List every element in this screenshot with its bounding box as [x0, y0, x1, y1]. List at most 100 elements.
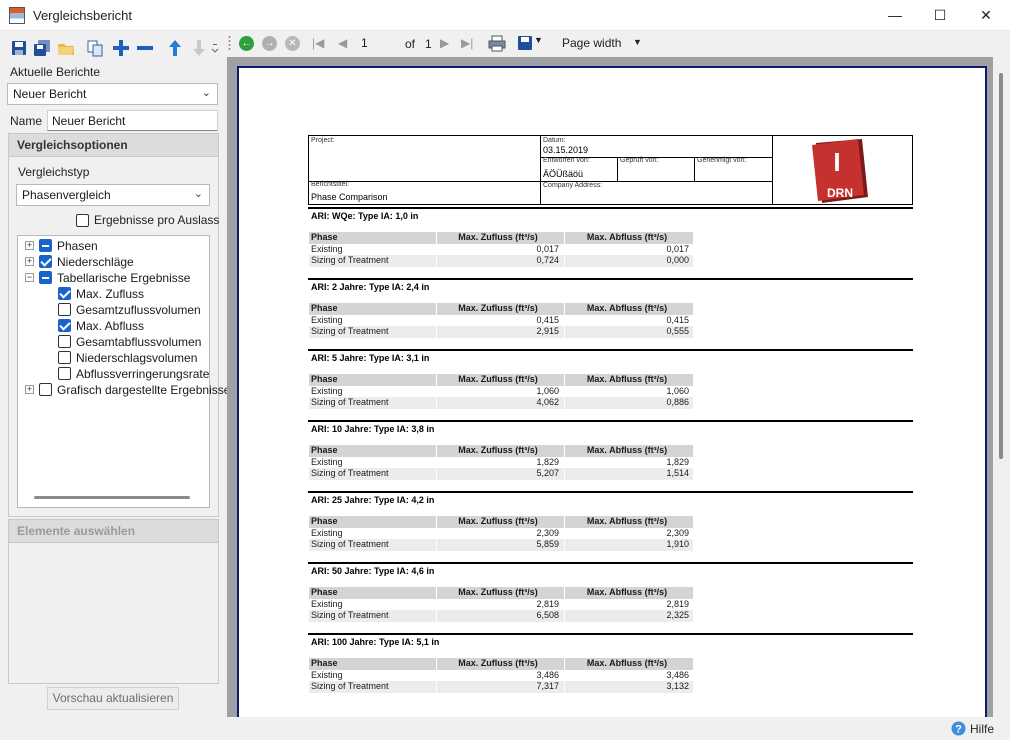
save-icon[interactable]: [10, 39, 28, 57]
stop-icon[interactable]: ✕: [285, 36, 300, 51]
column-header: Phase: [311, 658, 338, 668]
tree-checkbox-graphical-results[interactable]: [39, 383, 52, 396]
table-header-row: Phase Max. Zufluss (ft³/s) Max. Abfluss (f…: [309, 587, 693, 599]
table-row: Sizing of Treatment 6,508 2,325: [309, 610, 693, 622]
minimize-button[interactable]: —: [872, 0, 918, 31]
next-page-icon[interactable]: ▶: [440, 36, 449, 50]
tree-checkbox-tabular-results[interactable]: [39, 271, 52, 284]
phase-cell: Existing: [311, 314, 343, 325]
page-number-field[interactable]: 1: [357, 35, 393, 53]
tree-item-outflow-reduction-rate[interactable]: Abflussverringerungsrate: [76, 366, 209, 382]
phase-cell: Sizing of Treatment: [311, 397, 389, 407]
report-viewer: Project: Datum: 03.15.2019 Entworfen von…: [227, 57, 1010, 726]
expand-niederschlaege-icon[interactable]: +: [25, 257, 34, 266]
print-icon[interactable]: [488, 35, 506, 52]
last-page-icon[interactable]: ▶|: [461, 36, 473, 50]
open-folder-icon[interactable]: [57, 39, 75, 57]
page-of-label: of: [405, 37, 416, 51]
overflow-icon[interactable]: [210, 39, 220, 57]
designed-by-value: ÄÖÜßäöü: [543, 169, 584, 179]
tree-item-max-inflow[interactable]: Max. Zufluss: [76, 286, 144, 302]
tree-item-total-inflow-volume[interactable]: Gesamtzuflussvolumen: [76, 302, 201, 318]
table-header-row: Phase Max. Zufluss (ft³/s) Max. Abfluss (f…: [309, 445, 693, 457]
phase-cell: Sizing of Treatment: [311, 610, 389, 620]
drn-logo-icon: I DRN: [812, 139, 868, 203]
name-field[interactable]: Neuer Bericht: [47, 110, 218, 131]
previous-page-icon[interactable]: ◀: [338, 36, 347, 50]
save-export-icon[interactable]: [517, 35, 533, 51]
zoom-chevron-icon[interactable]: ▼: [633, 37, 642, 47]
remove-icon[interactable]: [136, 39, 154, 57]
zoom-dropdown[interactable]: Page width: [562, 36, 621, 50]
tree-checkbox-niederschlaege[interactable]: [39, 255, 52, 268]
max-inflow-cell: 0,017: [536, 243, 559, 254]
comparison-type-dropdown[interactable]: Phasenvergleich ⌄: [16, 184, 210, 206]
tree-checkbox-phasen[interactable]: [39, 239, 52, 252]
column-header: Max. Zufluss (ft³/s): [458, 374, 538, 384]
max-outflow-cell: 0,000: [666, 255, 689, 265]
table-header-row: Phase Max. Zufluss (ft³/s) Max. Abfluss (f…: [309, 303, 693, 315]
phase-cell: Existing: [311, 669, 343, 680]
results-per-outlet-checkbox[interactable]: [76, 214, 89, 227]
tree-horizontal-scrollbar[interactable]: [34, 496, 190, 499]
results-per-outlet-label: Ergebnisse pro Auslass: [94, 213, 220, 227]
save-all-icon[interactable]: [33, 39, 51, 57]
table-header-row: Phase Max. Zufluss (ft³/s) Max. Abfluss (f…: [309, 232, 693, 244]
tree-checkbox-total-inflow-volume[interactable]: [58, 303, 71, 316]
maximize-button[interactable]: ☐: [917, 0, 963, 31]
tree-item-niederschlaege[interactable]: Niederschläge: [57, 254, 134, 270]
help-label[interactable]: Hilfe: [970, 722, 994, 736]
table-row: Sizing of Treatment 0,724 0,000: [309, 255, 693, 267]
scrollbar-thumb[interactable]: [999, 73, 1003, 459]
phase-cell: Sizing of Treatment: [311, 255, 389, 265]
tree-checkbox-total-outflow-volume[interactable]: [58, 335, 71, 348]
max-outflow-cell: 3,132: [666, 681, 689, 691]
options-tree: + Phasen + Niederschläge − Tabellarische…: [17, 235, 230, 508]
max-outflow-cell: 0,555: [666, 326, 689, 336]
tree-item-phasen[interactable]: Phasen: [57, 238, 98, 254]
section-divider: [308, 420, 913, 422]
tree-item-precipitation-volume[interactable]: Niederschlagsvolumen: [76, 350, 197, 366]
tree-item-total-outflow-volume[interactable]: Gesamtabflussvolumen: [76, 334, 201, 350]
expand-phasen-icon[interactable]: +: [25, 241, 34, 250]
viewer-vertical-scrollbar[interactable]: [993, 57, 1010, 717]
collapse-tabular-results-icon[interactable]: −: [25, 273, 34, 282]
logo-letter: I: [833, 147, 840, 177]
tree-checkbox-precipitation-volume[interactable]: [58, 351, 71, 364]
tree-item-graphical-results[interactable]: Grafisch dargestellte Ergebnisse: [57, 382, 230, 398]
results-table: Phase Max. Zufluss (ft³/s) Max. Abfluss (f…: [309, 658, 693, 693]
window-title: Vergleichsbericht: [33, 8, 132, 23]
table-row: Sizing of Treatment 2,915 0,555: [309, 326, 693, 338]
tree-checkbox-max-outflow[interactable]: [58, 319, 71, 332]
max-outflow-cell: 1,829: [666, 456, 689, 467]
move-down-icon[interactable]: [190, 39, 208, 57]
status-bar: ? Hilfe: [0, 717, 1010, 740]
max-outflow-cell: 1,910: [666, 539, 689, 549]
refresh-preview-button[interactable]: Vorschau aktualisieren: [47, 687, 179, 710]
forward-icon[interactable]: →: [262, 36, 277, 51]
close-button[interactable]: ✕: [963, 0, 1009, 31]
current-reports-dropdown[interactable]: Neuer Bericht ⌄: [7, 83, 218, 105]
export-dropdown-arrow-icon[interactable]: ▼: [534, 35, 543, 45]
current-reports-value: Neuer Bericht: [13, 87, 87, 101]
tree-item-tabular-results[interactable]: Tabellarische Ergebnisse: [57, 270, 190, 286]
tree-checkbox-outflow-reduction-rate[interactable]: [58, 367, 71, 380]
expand-graphical-results-icon[interactable]: +: [25, 385, 34, 394]
table-header-row: Phase Max. Zufluss (ft³/s) Max. Abfluss (f…: [309, 374, 693, 386]
tree-checkbox-max-inflow[interactable]: [58, 287, 71, 300]
max-outflow-cell: 3,486: [666, 669, 689, 680]
move-up-icon[interactable]: [166, 39, 184, 57]
select-elements-section-header: Elemente auswählen: [8, 519, 219, 543]
table-row: Existing 3,486 3,486: [309, 669, 693, 681]
help-icon[interactable]: ?: [951, 721, 966, 736]
app-icon: [9, 7, 25, 24]
add-icon[interactable]: [112, 39, 130, 57]
report-title-value: Phase Comparison: [311, 192, 388, 202]
back-icon[interactable]: ←: [239, 36, 254, 51]
title-bar: Vergleichsbericht — ☐ ✕: [0, 0, 1010, 31]
first-page-icon[interactable]: |◀: [312, 36, 324, 50]
tree-item-max-outflow[interactable]: Max. Abfluss: [76, 318, 144, 334]
copy-icon[interactable]: [86, 39, 104, 57]
logo-text: DRN: [827, 186, 853, 200]
options-section-header[interactable]: Vergleichsoptionen: [8, 133, 219, 157]
